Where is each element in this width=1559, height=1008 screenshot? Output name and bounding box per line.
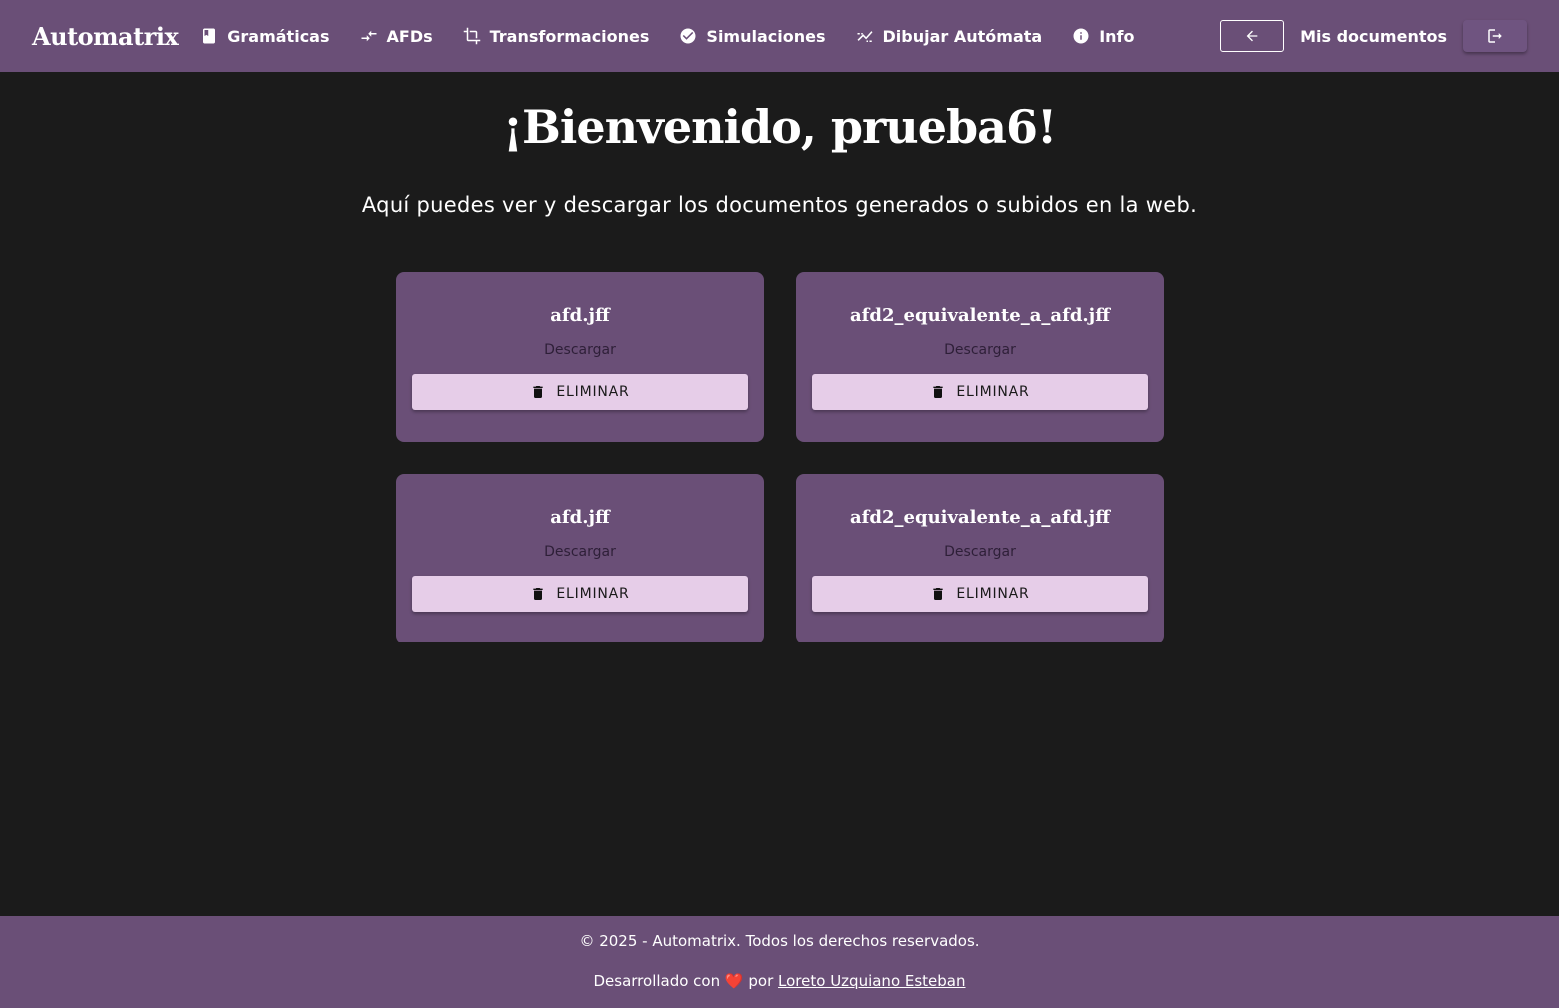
nav-item-label: AFDs	[386, 26, 433, 46]
compare-arrows-icon	[360, 27, 378, 45]
page-title: ¡Bienvenido, prueba6!	[502, 100, 1057, 154]
dev-mid: por	[748, 972, 774, 990]
my-documents-link[interactable]: Mis documentos	[1300, 27, 1447, 46]
copyright-text: © 2025 - Automatrix. Todos los derechos …	[579, 932, 980, 950]
document-name: afd.jff	[550, 507, 610, 528]
heart-icon: ❤️	[724, 972, 744, 990]
delete-label: ELIMINAR	[956, 586, 1030, 602]
nav-item-transformaciones[interactable]: Transformaciones	[463, 26, 650, 46]
download-link[interactable]: Descargar	[396, 544, 764, 560]
trash-icon	[930, 586, 946, 602]
back-button[interactable]	[1220, 20, 1285, 52]
draw-graph-icon	[856, 27, 874, 45]
footer: © 2025 - Automatrix. Todos los derechos …	[0, 916, 1559, 1008]
nav-right: Mis documentos	[1220, 0, 1527, 72]
delete-button[interactable]: ELIMINAR	[812, 374, 1148, 410]
nav-item-info[interactable]: Info	[1072, 27, 1134, 46]
arrow-left-icon	[1244, 28, 1260, 44]
document-name: afd2_equivalente_a_afd.jff	[850, 305, 1110, 326]
check-circle-icon	[679, 27, 697, 45]
nav-item-gramaticas[interactable]: Gramáticas	[200, 26, 330, 46]
document-card: afd.jff Descargar ELIMINAR	[396, 474, 764, 642]
download-link[interactable]: Descargar	[796, 544, 1164, 560]
book-icon	[200, 27, 218, 45]
nav-item-label: Transformaciones	[489, 26, 650, 46]
trash-icon	[530, 586, 546, 602]
delete-label: ELIMINAR	[556, 384, 630, 400]
document-card: afd2_equivalente_a_afd.jff Descargar ELI…	[796, 474, 1164, 642]
delete-label: ELIMINAR	[556, 586, 630, 602]
nav-item-label: Simulaciones	[706, 26, 826, 46]
document-card: afd2_equivalente_a_afd.jff Descargar ELI…	[796, 272, 1164, 442]
document-name: afd2_equivalente_a_afd.jff	[850, 507, 1110, 528]
trash-icon	[530, 384, 546, 400]
nav-item-simulaciones[interactable]: Simulaciones	[679, 26, 826, 46]
nav-item-afds[interactable]: AFDs	[360, 27, 433, 46]
delete-button[interactable]: ELIMINAR	[412, 374, 748, 410]
document-card: afd.jff Descargar ELIMINAR	[396, 272, 764, 442]
trash-icon	[930, 384, 946, 400]
nav-item-label: Info	[1099, 26, 1135, 46]
brand-logo[interactable]: Automatrix	[32, 22, 179, 51]
download-link[interactable]: Descargar	[396, 342, 764, 358]
delete-button[interactable]: ELIMINAR	[412, 576, 748, 612]
nav-item-label: Dibujar Autómata	[882, 26, 1043, 46]
logout-icon	[1486, 27, 1504, 45]
info-icon	[1072, 27, 1090, 45]
navbar: Automatrix Gramáticas AFDs Transformacio…	[0, 0, 1559, 72]
developer-credit: Desarrollado con ❤️ por Loreto Uzquiano …	[0, 972, 1559, 990]
document-name: afd.jff	[550, 305, 610, 326]
documents-grid: afd.jff Descargar ELIMINAR afd2_equivale…	[396, 272, 1164, 642]
dev-prefix: Desarrollado con	[593, 972, 721, 990]
nav-item-label: Gramáticas	[227, 26, 330, 46]
crop-icon	[463, 27, 481, 45]
nav-item-dibujar-automata[interactable]: Dibujar Autómata	[856, 26, 1043, 46]
delete-label: ELIMINAR	[956, 384, 1030, 400]
author-link[interactable]: Loreto Uzquiano Esteban	[778, 972, 965, 990]
delete-button[interactable]: ELIMINAR	[812, 576, 1148, 612]
download-link[interactable]: Descargar	[796, 342, 1164, 358]
page-subtitle: Aquí puedes ver y descargar los document…	[361, 193, 1198, 217]
logout-button[interactable]	[1463, 20, 1527, 52]
main-nav: Gramáticas AFDs Transformaciones Simulac…	[200, 27, 1164, 46]
